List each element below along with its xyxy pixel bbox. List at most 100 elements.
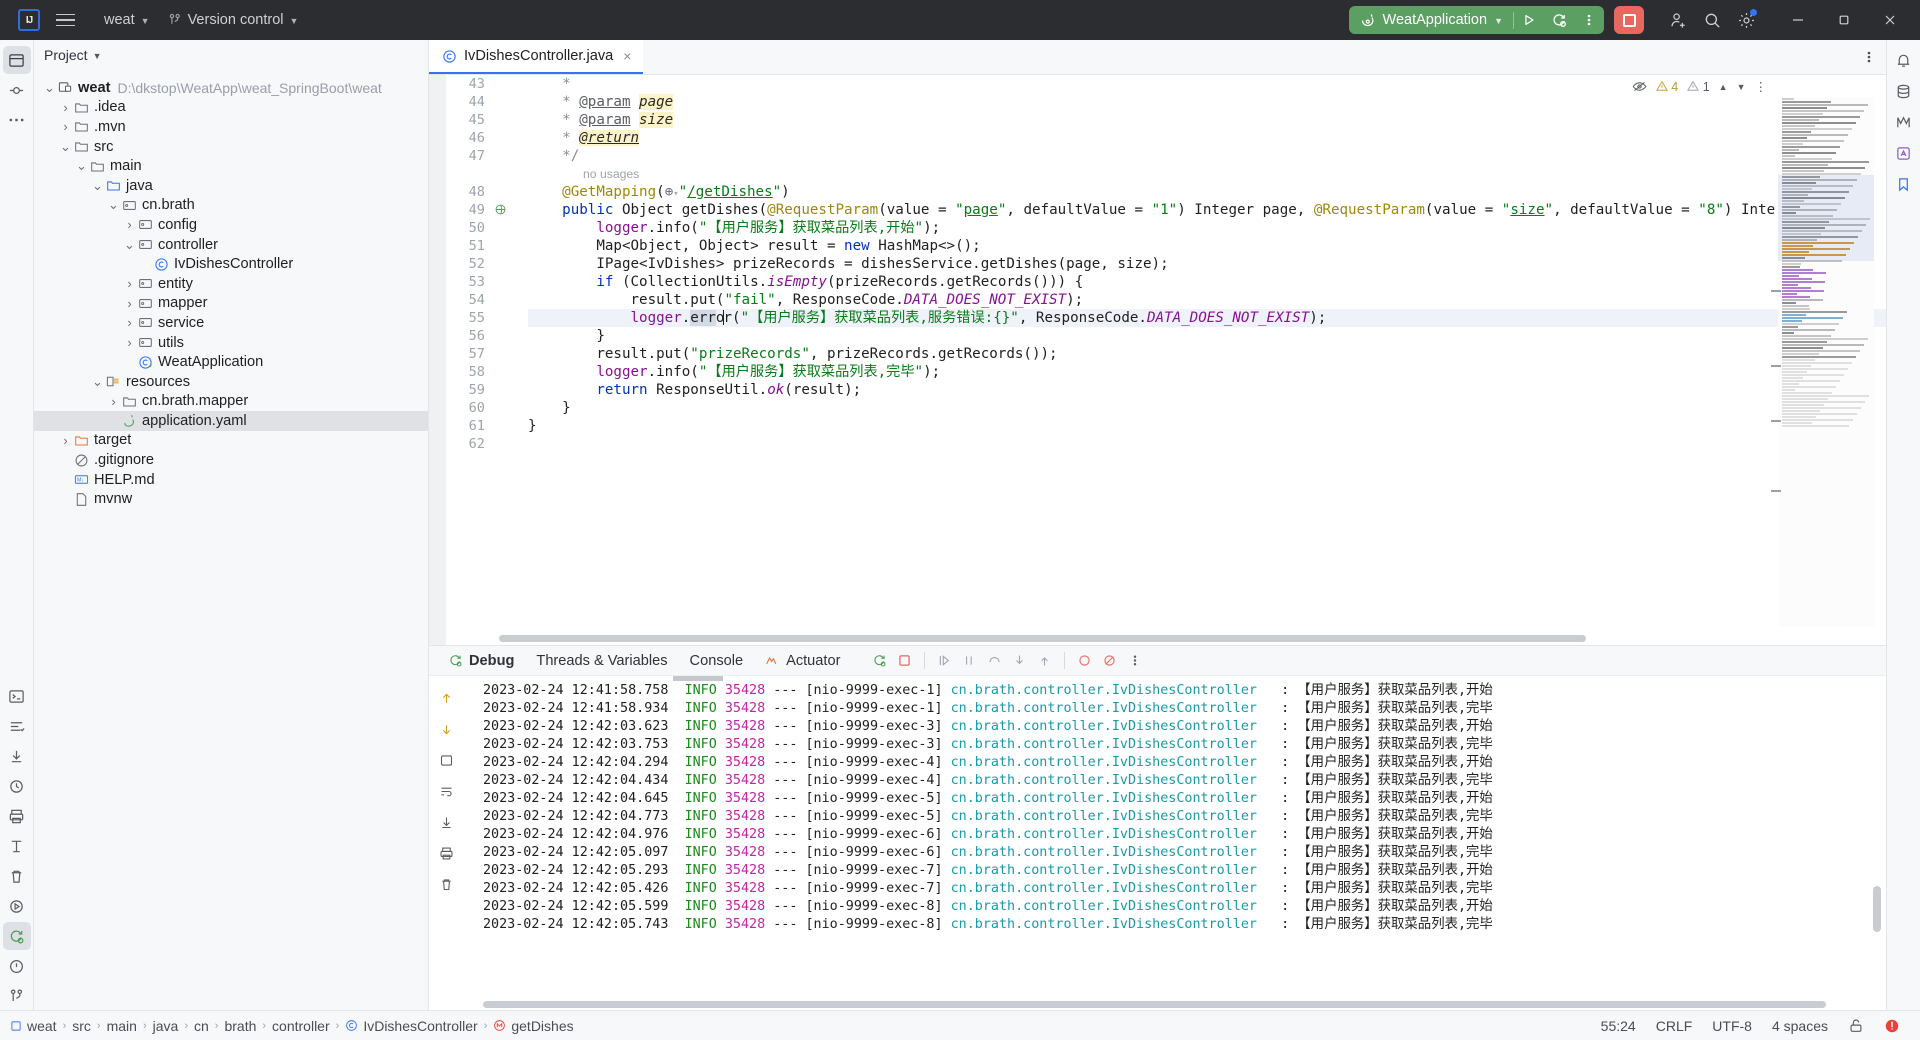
project-widget[interactable]: weat ▼ — [96, 7, 158, 33]
minimap-viewport[interactable] — [1778, 175, 1874, 261]
code-line[interactable]: } — [528, 399, 1886, 417]
up-icon[interactable] — [432, 684, 460, 712]
code-line[interactable]: * @param size — [528, 111, 1886, 129]
stop-icon[interactable] — [892, 648, 917, 673]
wrap-text-icon[interactable] — [432, 777, 460, 805]
chevron-right-icon[interactable]: › — [122, 335, 137, 350]
version-control-widget[interactable]: Version control ▼ — [160, 7, 307, 33]
terminal-tool-icon[interactable] — [3, 682, 31, 710]
breadcrumb-item[interactable]: cn — [194, 1018, 209, 1034]
run-button[interactable] — [1514, 6, 1544, 34]
code-line[interactable]: if (CollectionUtils.isEmpty(prizeRecords… — [528, 273, 1886, 291]
console-output[interactable]: 2023-02-24 12:41:58.758 INFO 35428 --- [… — [463, 676, 1886, 1010]
tree-node-entity[interactable]: › entity — [34, 274, 428, 294]
breadcrumb-item[interactable]: controller — [272, 1018, 330, 1034]
console-log-line[interactable]: 2023-02-24 12:42:05.097 INFO 35428 --- [… — [483, 844, 1886, 862]
code-line[interactable]: result.put("prizeRecords", prizeRecords.… — [528, 345, 1886, 363]
commit-tool-icon[interactable] — [3, 76, 31, 104]
chevron-down-icon[interactable]: ▼ — [1737, 82, 1746, 92]
code-editor[interactable]: 43 44 45 46 47 48 49 50 51 52 53 54 55 56 57 58 59 60 61 6… — [429, 75, 1886, 645]
tree-node-resources[interactable]: ⌄ resources — [34, 372, 428, 392]
minimize-icon[interactable] — [1776, 0, 1820, 40]
scroll-end-icon[interactable] — [432, 808, 460, 836]
indent-setting[interactable]: 4 spaces — [1762, 1018, 1838, 1034]
console-log-line[interactable]: 2023-02-24 12:42:04.294 INFO 35428 --- [… — [483, 754, 1886, 772]
console-vertical-scrollbar[interactable] — [1873, 886, 1881, 932]
debug-tab-debug[interactable]: Debug — [437, 648, 525, 674]
console-log-line[interactable]: 2023-02-24 12:42:04.976 INFO 35428 --- [… — [483, 826, 1886, 844]
code-line[interactable]: } — [528, 327, 1886, 345]
tree-node-ivdishescontroller[interactable]: IvDishesController — [34, 254, 428, 274]
more-vertical-icon[interactable] — [1574, 6, 1604, 34]
breadcrumb-item[interactable]: getDishes — [493, 1018, 574, 1034]
editor-minimap[interactable] — [1778, 97, 1874, 627]
code-line[interactable]: @GetMapping(⊕▾"/getDishes") — [528, 183, 1886, 201]
download-tool-icon[interactable] — [3, 742, 31, 770]
editor-tab-IvDishesController[interactable]: IvDishesController.java × — [429, 40, 644, 74]
history-tool-icon[interactable] — [3, 772, 31, 800]
warning-count-group[interactable]: 4 — [1655, 80, 1678, 94]
code-line[interactable]: logger.error("【用户服务】获取菜品列表,服务错误:{}", Res… — [528, 309, 1886, 327]
code-line[interactable]: */ — [528, 147, 1886, 165]
tree-node-application-yaml[interactable]: application.yaml — [34, 411, 428, 431]
git-branch-tool-icon[interactable] — [3, 982, 31, 1010]
tree-node-mapper[interactable]: › mapper — [34, 294, 428, 314]
down-icon[interactable] — [432, 715, 460, 743]
print-tool-icon[interactable] — [3, 802, 31, 830]
chevron-up-icon[interactable]: ▲ — [1719, 82, 1728, 92]
console-log-line[interactable]: 2023-02-24 12:42:04.645 INFO 35428 --- [… — [483, 790, 1886, 808]
console-log-line[interactable]: 2023-02-24 12:42:05.293 INFO 35428 --- [… — [483, 862, 1886, 880]
chevron-down-icon[interactable]: ⌄ — [122, 237, 137, 253]
chevron-right-icon[interactable]: › — [58, 433, 73, 448]
console-log-line[interactable]: 2023-02-24 12:42:05.599 INFO 35428 --- [… — [483, 898, 1886, 916]
chevron-down-icon[interactable]: ⌄ — [90, 374, 105, 390]
tree-node--idea[interactable]: › .idea — [34, 98, 428, 118]
code-line[interactable] — [528, 435, 1886, 453]
project-panel-header[interactable]: Project ▼ — [34, 40, 428, 70]
database-icon[interactable] — [1890, 77, 1918, 105]
pause-icon[interactable] — [957, 648, 982, 673]
tree-node-cn-brath-mapper[interactable]: › cn.brath.mapper — [34, 392, 428, 412]
more-vertical-icon[interactable]: ⋮ — [1755, 79, 1767, 94]
maximize-icon[interactable] — [1822, 0, 1866, 40]
breadcrumb-item[interactable]: src — [72, 1018, 91, 1034]
code-line[interactable]: public Object getDishes(@RequestParam(va… — [528, 201, 1886, 219]
tree-node-src[interactable]: ⌄ src — [34, 137, 428, 157]
line-separator[interactable]: CRLF — [1646, 1018, 1703, 1034]
console-log-line[interactable]: 2023-02-24 12:42:04.434 INFO 35428 --- [… — [483, 772, 1886, 790]
tree-node-service[interactable]: › service — [34, 313, 428, 333]
code-line[interactable]: logger.info("【用户服务】获取菜品列表,完毕"); — [528, 363, 1886, 381]
hamburger-menu-icon[interactable] — [50, 7, 80, 33]
chevron-down-icon[interactable]: ⌄ — [58, 139, 73, 155]
tree-node--mvn[interactable]: › .mvn — [34, 117, 428, 137]
project-tree[interactable]: ⌄ weat D:\dkstop\WeatApp\weat_SpringBoot\w… — [34, 70, 428, 1010]
console-log-line[interactable]: 2023-02-24 12:42:04.773 INFO 35428 --- [… — [483, 808, 1886, 826]
step-over-icon[interactable] — [982, 648, 1007, 673]
tree-node-cn-brath[interactable]: ⌄ cn.brath — [34, 196, 428, 216]
gutter-icon-column[interactable] — [494, 75, 514, 645]
spring-endpoint-gutter-icon[interactable] — [494, 203, 514, 221]
project-tool-icon[interactable] — [2, 46, 31, 74]
delete-tool-icon[interactable] — [3, 862, 31, 890]
notifications-tool-icon[interactable] — [3, 952, 31, 980]
console-log-line[interactable]: 2023-02-24 12:41:58.758 INFO 35428 --- [… — [483, 682, 1886, 700]
caret-position[interactable]: 55:24 — [1591, 1018, 1646, 1034]
code-line[interactable]: * @param page — [528, 93, 1886, 111]
debug-button[interactable] — [1544, 6, 1574, 34]
ai-assistant-icon[interactable] — [1890, 139, 1918, 167]
chevron-right-icon[interactable]: › — [58, 119, 73, 134]
code-line[interactable]: return ResponseUtil.ok(result); — [528, 381, 1886, 399]
tree-node-java[interactable]: ⌄ java — [34, 176, 428, 196]
gear-icon[interactable] — [1730, 5, 1762, 35]
debug-tool-icon[interactable] — [2, 922, 31, 950]
bookmarks-icon[interactable] — [1890, 170, 1918, 198]
console-log-line[interactable]: 2023-02-24 12:42:03.753 INFO 35428 --- [… — [483, 736, 1886, 754]
tree-node-weatapplication[interactable]: WeatApplication — [34, 352, 428, 372]
structure-tool-icon[interactable] — [3, 832, 31, 860]
more-tools-icon[interactable] — [3, 106, 31, 134]
add-user-icon[interactable] — [1662, 5, 1694, 35]
chevron-right-icon[interactable]: › — [122, 315, 137, 330]
search-icon[interactable] — [1696, 5, 1728, 35]
more-vertical-icon[interactable] — [1122, 648, 1147, 673]
more-vertical-icon[interactable] — [1852, 40, 1886, 74]
